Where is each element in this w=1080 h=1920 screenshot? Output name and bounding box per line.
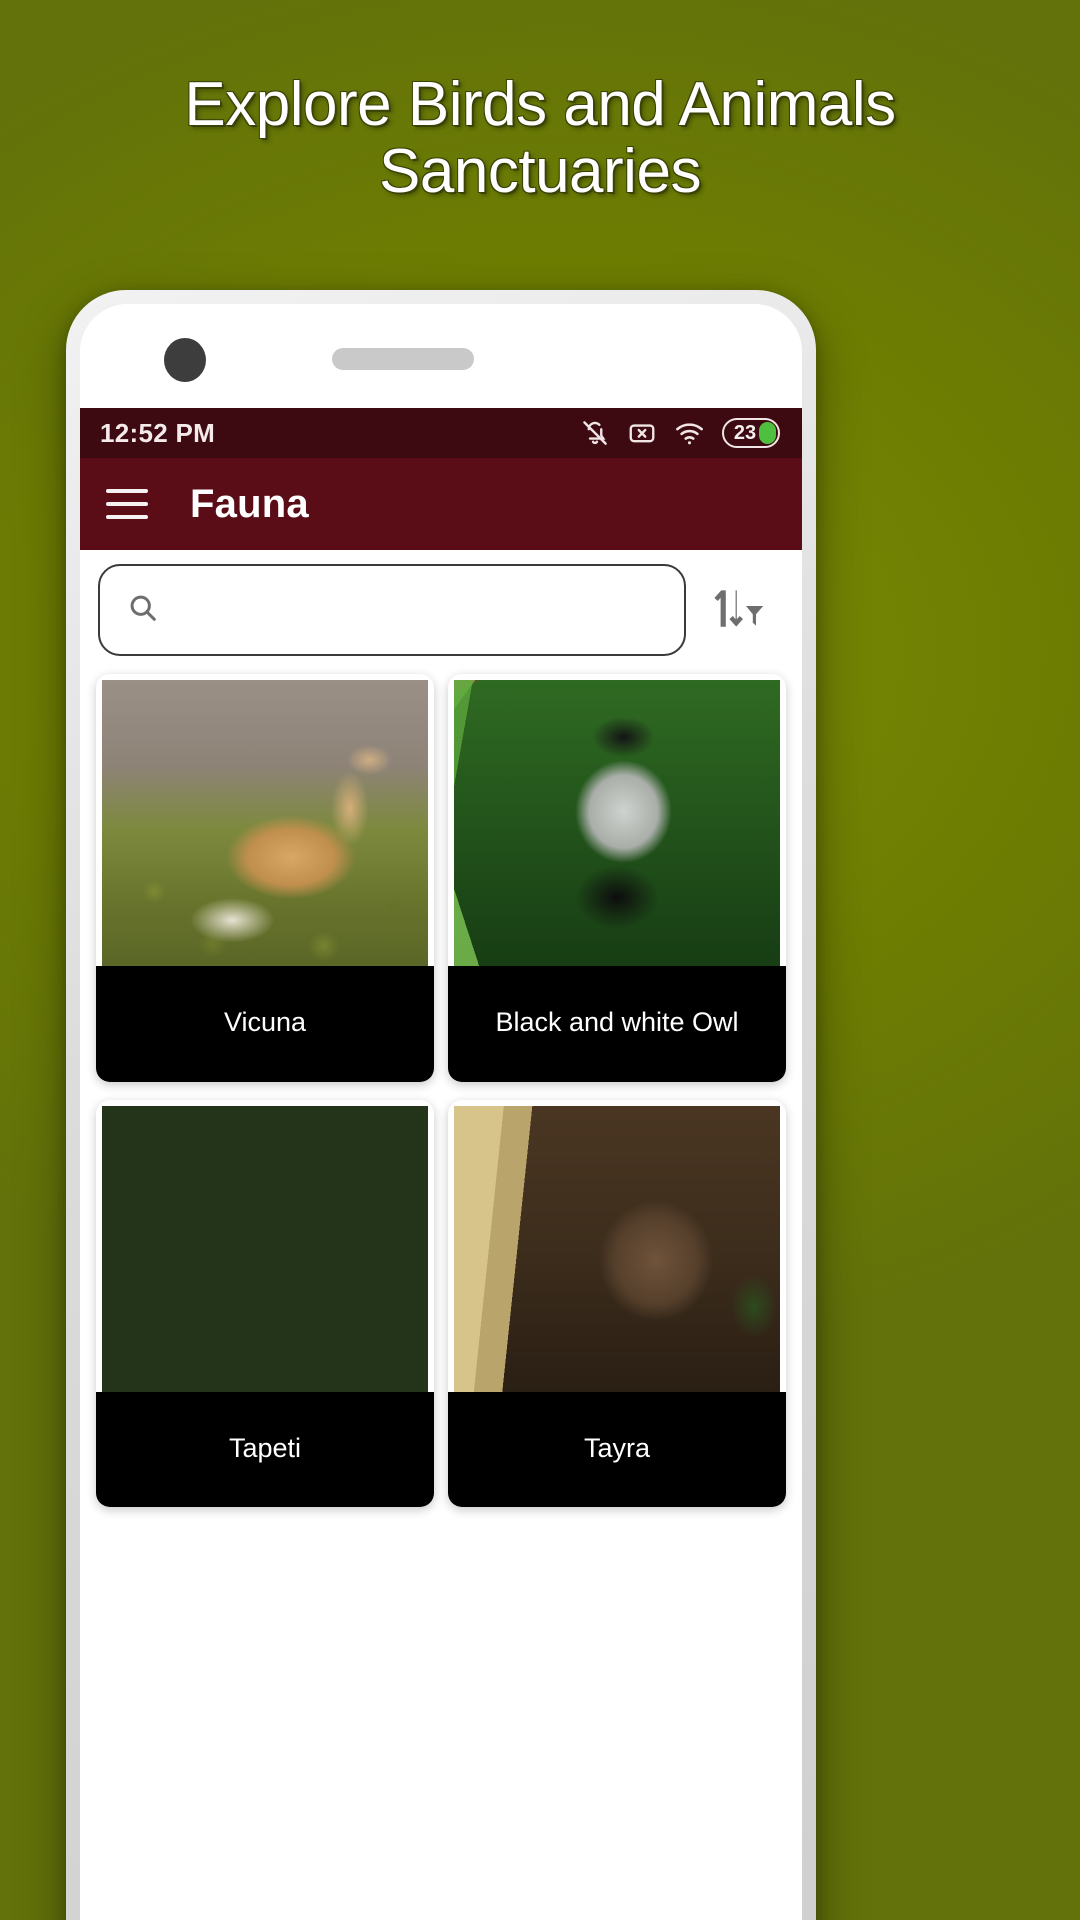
promo-headline: Explore Birds and Animals Sanctuaries xyxy=(0,70,1080,206)
earpiece-speaker xyxy=(332,348,474,370)
app-bar: Fauna xyxy=(80,458,802,550)
page-title: Fauna xyxy=(190,481,309,526)
wifi-icon xyxy=(674,418,705,449)
status-bar-clock: 12:52 PM xyxy=(100,417,216,448)
phone-mockup: 12:52 PM 23 Fauna Vicuna Black and white… xyxy=(66,290,816,1920)
sort-filter-icon[interactable] xyxy=(692,564,784,656)
fauna-card-label: Tapeti xyxy=(96,1391,434,1508)
hamburger-menu-icon[interactable] xyxy=(106,489,148,519)
phone-screen: 12:52 PM 23 Fauna Vicuna Black and white… xyxy=(80,304,802,1920)
promo-headline-line2: Sanctuaries xyxy=(379,136,701,206)
fauna-card-label: Vicuna xyxy=(96,966,434,1082)
fauna-card[interactable]: Tapeti xyxy=(96,1099,434,1508)
sim-card-off-icon xyxy=(627,418,657,448)
fauna-card-image xyxy=(102,1105,428,1392)
fauna-card-image xyxy=(454,1105,780,1392)
fauna-card-label: Tayra xyxy=(448,1391,786,1508)
search-row xyxy=(80,550,802,670)
battery-icon: 23 xyxy=(722,418,780,448)
fauna-card[interactable]: Tayra xyxy=(448,1099,786,1508)
status-bar-icons: 23 xyxy=(580,418,780,449)
fauna-card-image xyxy=(454,680,780,966)
promo-screenshot: Explore Birds and Animals Sanctuaries 12… xyxy=(0,0,1080,1920)
front-camera-icon xyxy=(164,338,206,382)
fauna-grid: Vicuna Black and white Owl Tapeti Tayra xyxy=(80,670,802,1508)
status-bar: 12:52 PM 23 xyxy=(80,408,802,458)
device-top-bezel xyxy=(80,304,802,408)
battery-percent-label: 23 xyxy=(733,422,757,444)
fauna-card-image xyxy=(102,680,428,966)
fauna-card-label: Black and white Owl xyxy=(448,966,786,1082)
search-icon xyxy=(126,591,160,630)
fauna-card[interactable]: Vicuna xyxy=(96,674,434,1082)
search-box[interactable] xyxy=(98,564,686,656)
search-input[interactable] xyxy=(174,594,658,626)
fauna-card[interactable]: Black and white Owl xyxy=(448,674,786,1082)
bell-muted-icon xyxy=(580,418,610,448)
promo-headline-line1: Explore Birds and Animals xyxy=(184,70,896,139)
